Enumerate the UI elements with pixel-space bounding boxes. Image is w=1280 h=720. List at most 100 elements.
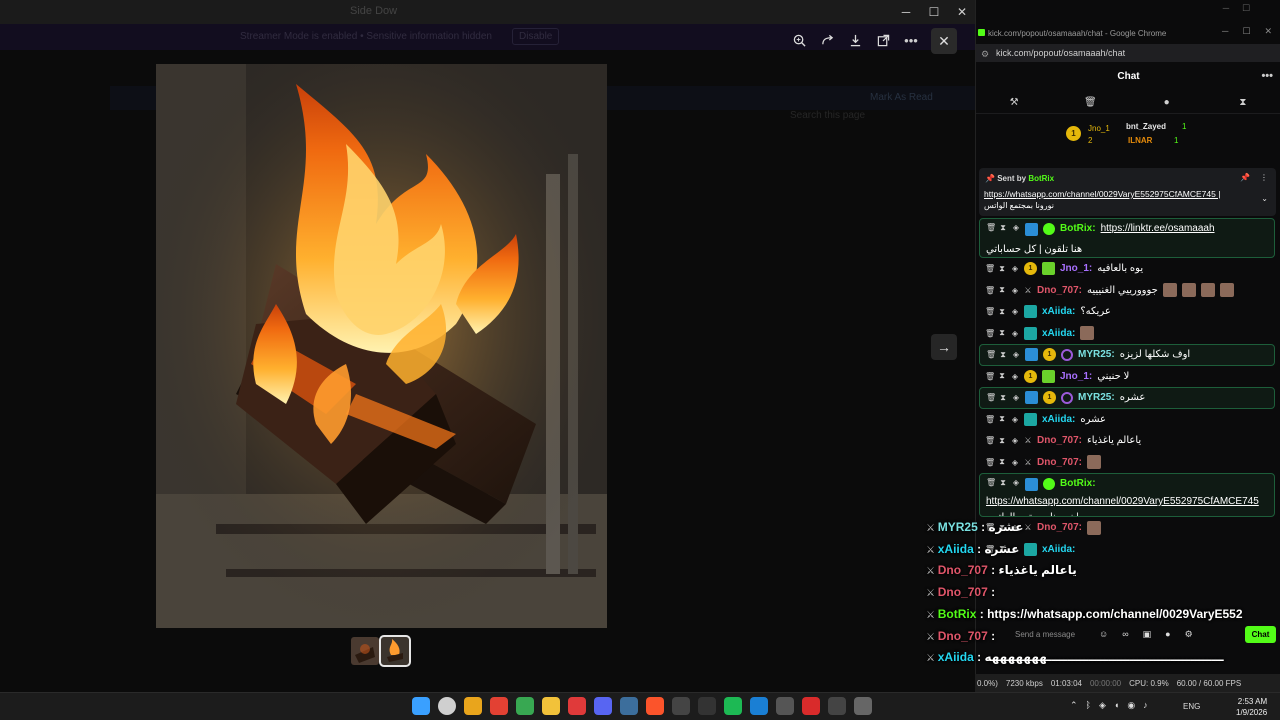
chat-message[interactable]: 🗑 ⧗ ◈ xAiida: عشره: [975, 409, 1280, 431]
thumbnail-1[interactable]: [351, 637, 379, 665]
brave-icon[interactable]: [646, 697, 664, 715]
shield-icon[interactable]: ◈: [1099, 700, 1106, 711]
chat-username[interactable]: Dno_707:: [1037, 457, 1082, 468]
shield-icon[interactable]: ◈: [1012, 350, 1020, 359]
battle-net-icon[interactable]: [750, 697, 768, 715]
windows-start-icon[interactable]: [412, 697, 430, 715]
viewer-close-button[interactable]: ✕: [931, 28, 957, 54]
chat-message[interactable]: 🗑 ⧗ ◈ ⚔ Dno_707: جووورييي الغنيييه: [975, 280, 1280, 302]
chat-message[interactable]: 🗑 ⧗ ◈ xAiida: عريكه؟: [975, 301, 1280, 323]
shield-icon[interactable]: ◈: [1012, 223, 1020, 232]
rotate-icon[interactable]: [816, 29, 838, 51]
trash-icon[interactable]: 🗑: [985, 415, 995, 424]
chrome-icon[interactable]: [516, 697, 534, 715]
steam-icon[interactable]: [620, 697, 638, 715]
chat-username[interactable]: Jno_1:: [1060, 371, 1092, 382]
shield-icon[interactable]: ◈: [1011, 329, 1019, 338]
thumbnail-2[interactable]: [379, 635, 411, 667]
chat-message-link[interactable]: https://whatsapp.com/channel/0029VaryE55…: [986, 496, 1259, 507]
site-info-icon[interactable]: ⚙: [981, 49, 989, 60]
zoom-in-icon[interactable]: [788, 29, 810, 51]
minimize-icon[interactable]: ─: [892, 4, 920, 20]
chat-message[interactable]: 🗑 ⧗ ◈ BotRix: https://whatsapp.com/channel/0…: [979, 473, 1275, 517]
shield-icon[interactable]: ◈: [1012, 478, 1020, 487]
emote-image[interactable]: [1162, 283, 1177, 298]
shield-icon[interactable]: ◈: [1011, 436, 1019, 445]
shield-icon[interactable]: ◈: [1011, 286, 1019, 295]
hourglass-icon[interactable]: ⧗: [998, 285, 1006, 295]
minimize-icon[interactable]: ─: [1216, 0, 1236, 16]
network-icon[interactable]: ◉: [1127, 700, 1135, 711]
hourglass-icon[interactable]: ⧗: [999, 350, 1007, 360]
trash-icon[interactable]: 🗑: [986, 478, 996, 487]
obs-icon[interactable]: [672, 697, 690, 715]
chrome-icon[interactable]: [490, 697, 508, 715]
minimize-icon[interactable]: ─: [1222, 26, 1228, 37]
spotify-icon[interactable]: [724, 697, 742, 715]
chevron-up-icon[interactable]: ⌃: [1070, 700, 1078, 711]
more-icon[interactable]: •••: [900, 29, 922, 51]
trash-icon[interactable]: 🗑: [985, 286, 995, 295]
headset-icon[interactable]: ◖: [1114, 700, 1119, 711]
speech-bubble-icon[interactable]: ●: [1157, 97, 1177, 108]
chat-username[interactable]: xAiida:: [1042, 414, 1075, 425]
shield-icon[interactable]: ◈: [1011, 307, 1019, 316]
epic-games-icon[interactable]: [698, 697, 716, 715]
chat-message[interactable]: 🗑 ⧗ ◈ 1 MYR25: عشره: [979, 387, 1275, 409]
chat-message[interactable]: 🗑 ⧗ ◈ 1 MYR25: اوف شكلها لزيزه: [979, 344, 1275, 366]
infinity-icon[interactable]: ∞: [1122, 629, 1128, 640]
clock[interactable]: 2:53 AM 1/9/2026: [1236, 696, 1267, 718]
chat-username[interactable]: MYR25:: [1078, 349, 1115, 360]
record-icon[interactable]: [802, 697, 820, 715]
pin-icon[interactable]: 📌: [1240, 173, 1250, 182]
chat-input[interactable]: Send a message: [1015, 630, 1075, 639]
maximize-icon[interactable]: ☐: [920, 4, 948, 20]
hourglass-icon[interactable]: ⧗: [1233, 97, 1253, 108]
app-icon[interactable]: [854, 697, 872, 715]
screen-recorder-icon[interactable]: [568, 697, 586, 715]
chat-username[interactable]: BotRix:: [1060, 478, 1096, 489]
chat-message[interactable]: 🗑 ⧗ ◈ 1 Jno_1: يوه بالعافيه: [975, 258, 1280, 280]
settings-icon[interactable]: ⚙: [1185, 629, 1193, 640]
download-icon[interactable]: [844, 29, 866, 51]
address-bar[interactable]: ⚙ kick.com/popout/osamaaah/chat: [976, 44, 1280, 62]
hourglass-icon[interactable]: ⧗: [999, 393, 1007, 403]
hourglass-icon[interactable]: ⧗: [999, 223, 1007, 233]
shield-icon[interactable]: ◈: [1011, 415, 1019, 424]
chat-username[interactable]: Dno_707:: [1037, 435, 1082, 446]
search-icon[interactable]: [438, 697, 456, 715]
trash-icon[interactable]: 🗑: [985, 307, 995, 316]
hourglass-icon[interactable]: ⧗: [998, 371, 1006, 381]
viewer-next-button[interactable]: →: [931, 334, 957, 360]
hourglass-icon[interactable]: ⧗: [998, 436, 1006, 446]
hourglass-icon[interactable]: ⧗: [998, 264, 1006, 274]
chevron-down-icon[interactable]: ⌄: [1261, 194, 1268, 203]
trash-icon[interactable]: 🗑: [1080, 97, 1100, 108]
chat-bubble-icon[interactable]: ●: [1165, 629, 1170, 640]
hourglass-icon[interactable]: ⧗: [998, 307, 1006, 317]
chat-menu-icon[interactable]: •••: [1261, 70, 1273, 82]
trash-icon[interactable]: 🗑: [985, 436, 995, 445]
chat-username[interactable]: Jno_1:: [1060, 263, 1092, 274]
trash-icon[interactable]: 🗑: [986, 223, 996, 232]
microphone-icon[interactable]: ♪: [1143, 700, 1148, 711]
maximize-icon[interactable]: ☐: [1236, 0, 1256, 16]
shield-icon[interactable]: ◈: [1011, 458, 1019, 467]
chat-message[interactable]: 🗑 ⧗ ◈ xAiida:: [975, 323, 1280, 345]
hourglass-icon[interactable]: ⧗: [998, 328, 1006, 338]
emote-image[interactable]: [1080, 326, 1095, 341]
trash-icon[interactable]: 🗑: [985, 458, 995, 467]
open-external-icon[interactable]: [872, 29, 894, 51]
pinned-message[interactable]: 📌 Sent by BotRix https://whatsapp.com/ch…: [979, 168, 1276, 216]
emote-icon[interactable]: ☺: [1099, 629, 1108, 640]
chat-message[interactable]: 🗑 ⧗ ◈ 1 Jno_1: لا حنيني: [975, 366, 1280, 388]
hourglass-icon[interactable]: ⧗: [998, 414, 1006, 424]
address-url[interactable]: kick.com/popout/osamaaah/chat: [996, 48, 1125, 58]
emote-image[interactable]: [1181, 283, 1196, 298]
pinned-more-icon[interactable]: ⋮: [1260, 173, 1268, 182]
chat-username[interactable]: xAiida:: [1042, 306, 1075, 317]
hammer-icon[interactable]: ⚒: [1004, 97, 1024, 108]
chrome-icon[interactable]: [464, 697, 482, 715]
trash-icon[interactable]: 🗑: [985, 329, 995, 338]
maximize-icon[interactable]: ☐: [1242, 26, 1250, 37]
